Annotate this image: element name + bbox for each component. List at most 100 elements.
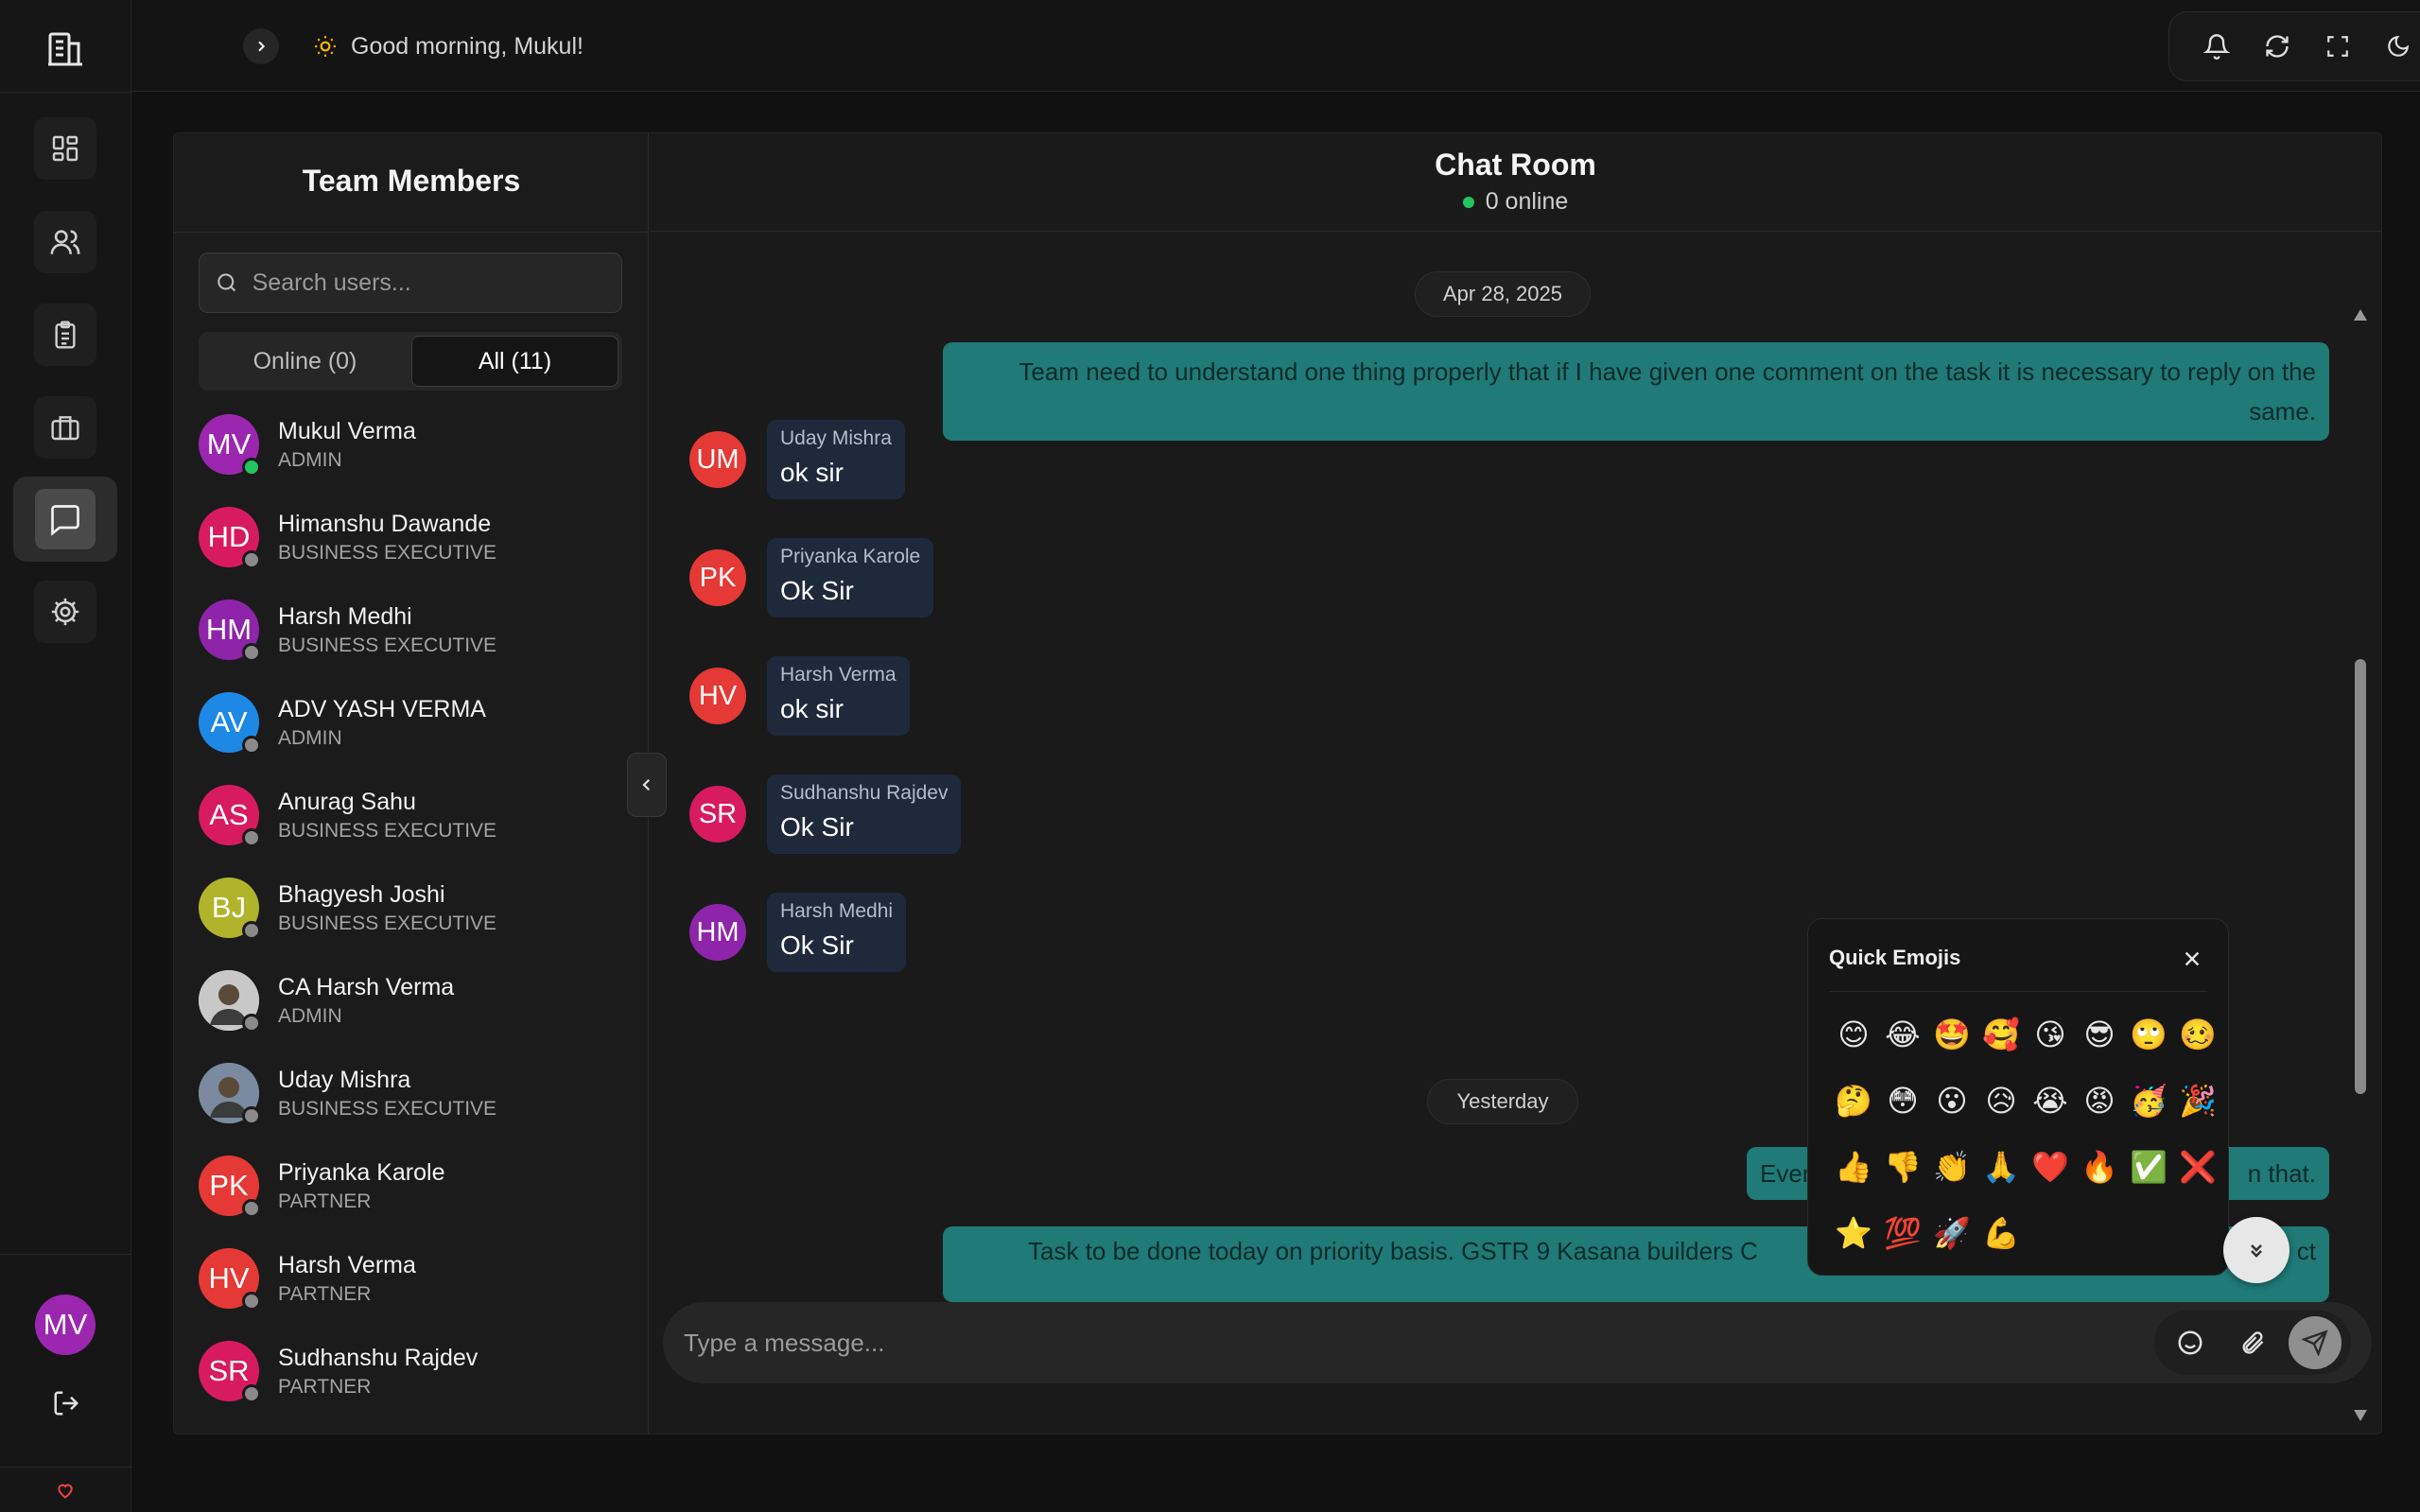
emoji-option[interactable]: 😂 — [1878, 1010, 1927, 1059]
search-users-input[interactable] — [252, 269, 606, 297]
fullscreen-button[interactable] — [2317, 26, 2359, 67]
emoji-option[interactable]: 🔥 — [2075, 1142, 2124, 1191]
member-row[interactable]: AS Anurag Sahu BUSINESS EXECUTIVE — [199, 769, 634, 861]
emoji-option[interactable]: 🤔 — [1829, 1076, 1878, 1125]
member-avatar — [199, 1063, 261, 1125]
member-avatar: AV — [199, 692, 261, 755]
member-row[interactable]: BJ Bhagyesh Joshi BUSINESS EXECUTIVE — [199, 861, 634, 954]
dashboard-icon — [52, 135, 78, 162]
member-initials: HV — [208, 1261, 250, 1295]
member-row[interactable]: PK Priyanka Karole PARTNER — [199, 1139, 634, 1232]
collapse-members-button[interactable] — [627, 753, 667, 817]
notifications-button[interactable] — [2196, 26, 2237, 67]
chat-scrollbar[interactable] — [2351, 309, 2368, 1421]
emoji-option[interactable]: 😎 — [2075, 1010, 2124, 1059]
date-separator: Yesterday — [1427, 1079, 1578, 1124]
nav-dashboard[interactable] — [34, 117, 96, 180]
member-avatar: BJ — [199, 878, 261, 940]
emoji-option[interactable]: 🥰 — [1976, 1010, 2026, 1059]
emoji-option[interactable]: 😮 — [1927, 1076, 1976, 1125]
emoji-option[interactable]: 🙄 — [2124, 1010, 2173, 1059]
member-role: ADMIN — [278, 726, 342, 749]
bell-icon — [2203, 34, 2230, 60]
outgoing-message[interactable]: Team need to understand one thing proper… — [943, 342, 2329, 441]
team-members-title: Team Members — [302, 164, 521, 198]
emoji-option[interactable]: 😭 — [2026, 1076, 2075, 1125]
member-initials: SR — [208, 1354, 250, 1387]
expand-sidebar-button[interactable] — [243, 28, 279, 64]
nav-tasks[interactable] — [34, 304, 96, 366]
member-row[interactable]: HV Harsh Verma PARTNER — [199, 1232, 634, 1325]
sender-name: Harsh Verma — [780, 664, 897, 686]
emoji-option[interactable]: 😡 — [2075, 1076, 2124, 1125]
sidebar-user-avatar[interactable]: MV — [35, 1295, 96, 1355]
logout-icon[interactable] — [47, 1384, 85, 1422]
member-initials: HM — [205, 613, 252, 646]
emoji-option[interactable]: 💪 — [1976, 1208, 2026, 1258]
member-avatar: AS — [199, 785, 261, 847]
message-text: ok sir — [780, 694, 844, 723]
emoji-option[interactable]: 🥴 — [2173, 1010, 2222, 1059]
emoji-option[interactable]: 🙏 — [1976, 1142, 2026, 1191]
clipboard-icon — [55, 321, 76, 349]
emoji-option[interactable]: 🥳 — [2124, 1076, 2173, 1125]
emoji-option[interactable]: 👏 — [1927, 1142, 1976, 1191]
emoji-option[interactable]: ❌ — [2173, 1142, 2222, 1191]
scrollbar-thumb[interactable] — [2355, 659, 2366, 1094]
emoji-option[interactable]: 🤩 — [1927, 1010, 1976, 1059]
emoji-button[interactable] — [2164, 1316, 2217, 1369]
incoming-message[interactable]: PK Priyanka Karole Ok Sir — [689, 538, 934, 617]
nav-clients[interactable] — [34, 396, 96, 459]
member-row[interactable]: MV Mukul Verma ADMIN — [199, 398, 634, 491]
message-text-tail: n that. — [2247, 1159, 2316, 1188]
message-input[interactable] — [684, 1328, 2154, 1358]
emoji-option[interactable]: 😳 — [1878, 1076, 1927, 1125]
member-row[interactable]: AV ADV YASH VERMA ADMIN — [199, 676, 634, 769]
incoming-message[interactable]: SR Sudhanshu Rajdev Ok Sir — [689, 774, 962, 854]
online-dot-icon — [1462, 196, 1474, 208]
member-row[interactable]: HM Harsh Medhi BUSINESS EXECUTIVE — [199, 583, 634, 676]
refresh-button[interactable] — [2256, 26, 2298, 67]
emoji-option[interactable]: 😥 — [1976, 1076, 2026, 1125]
tab-online[interactable]: Online (0) — [202, 336, 408, 387]
member-initials: AV — [210, 705, 248, 739]
member-row[interactable]: SR Sudhanshu Rajdev PARTNER — [199, 1325, 634, 1417]
emoji-option[interactable]: ⭐ — [1829, 1208, 1878, 1258]
close-emoji-panel-button[interactable] — [2177, 944, 2207, 974]
message-bubble: Uday Mishra ok sir — [767, 420, 905, 499]
building-logo-icon[interactable] — [43, 25, 88, 70]
member-row[interactable]: CA Harsh Verma ADMIN — [199, 954, 634, 1047]
tab-all[interactable]: All (11) — [411, 336, 618, 387]
emoji-option[interactable]: 😊 — [1829, 1010, 1878, 1059]
member-filter-tabs: Online (0) All (11) — [199, 332, 622, 391]
nav-settings[interactable] — [34, 581, 96, 643]
incoming-message[interactable]: UM Uday Mishra ok sir — [689, 420, 905, 499]
member-row[interactable]: HD Himanshu Dawande BUSINESS EXECUTIVE — [199, 491, 634, 583]
emoji-option[interactable]: 👎 — [1878, 1142, 1927, 1191]
chat-icon — [51, 505, 79, 536]
member-role: BUSINESS EXECUTIVE — [278, 1097, 497, 1120]
emoji-option[interactable]: 💯 — [1878, 1208, 1927, 1258]
send-button[interactable] — [2289, 1316, 2342, 1369]
emoji-option[interactable]: ✅ — [2124, 1142, 2173, 1191]
message-text: ok sir — [780, 458, 844, 487]
member-role: PARTNER — [278, 1282, 372, 1305]
incoming-message[interactable]: HV Harsh Verma ok sir — [689, 656, 910, 736]
emoji-option[interactable]: 😘 — [2026, 1010, 2075, 1059]
presence-dot — [242, 643, 261, 662]
presence-dot — [242, 1292, 261, 1311]
theme-toggle-button[interactable] — [2377, 26, 2419, 67]
emoji-option[interactable]: 🎉 — [2173, 1076, 2222, 1125]
emoji-option[interactable]: 👍 — [1829, 1142, 1878, 1191]
nav-chat[interactable] — [13, 477, 117, 562]
members-list: MV Mukul Verma ADMIN HD Himanshu Dawande BUSI… — [199, 398, 634, 1417]
nav-users[interactable] — [34, 211, 96, 273]
incoming-message[interactable]: HM Harsh Medhi Ok Sir — [689, 893, 907, 972]
member-row[interactable]: Uday Mishra BUSINESS EXECUTIVE — [199, 1047, 634, 1139]
attach-button[interactable] — [2226, 1316, 2279, 1369]
member-role: BUSINESS EXECUTIVE — [278, 819, 497, 842]
emoji-option[interactable]: 🚀 — [1927, 1208, 1976, 1258]
emoji-option[interactable]: ❤️ — [2026, 1142, 2075, 1191]
scroll-to-bottom-button[interactable] — [2223, 1217, 2289, 1283]
member-initials: BJ — [211, 891, 247, 924]
